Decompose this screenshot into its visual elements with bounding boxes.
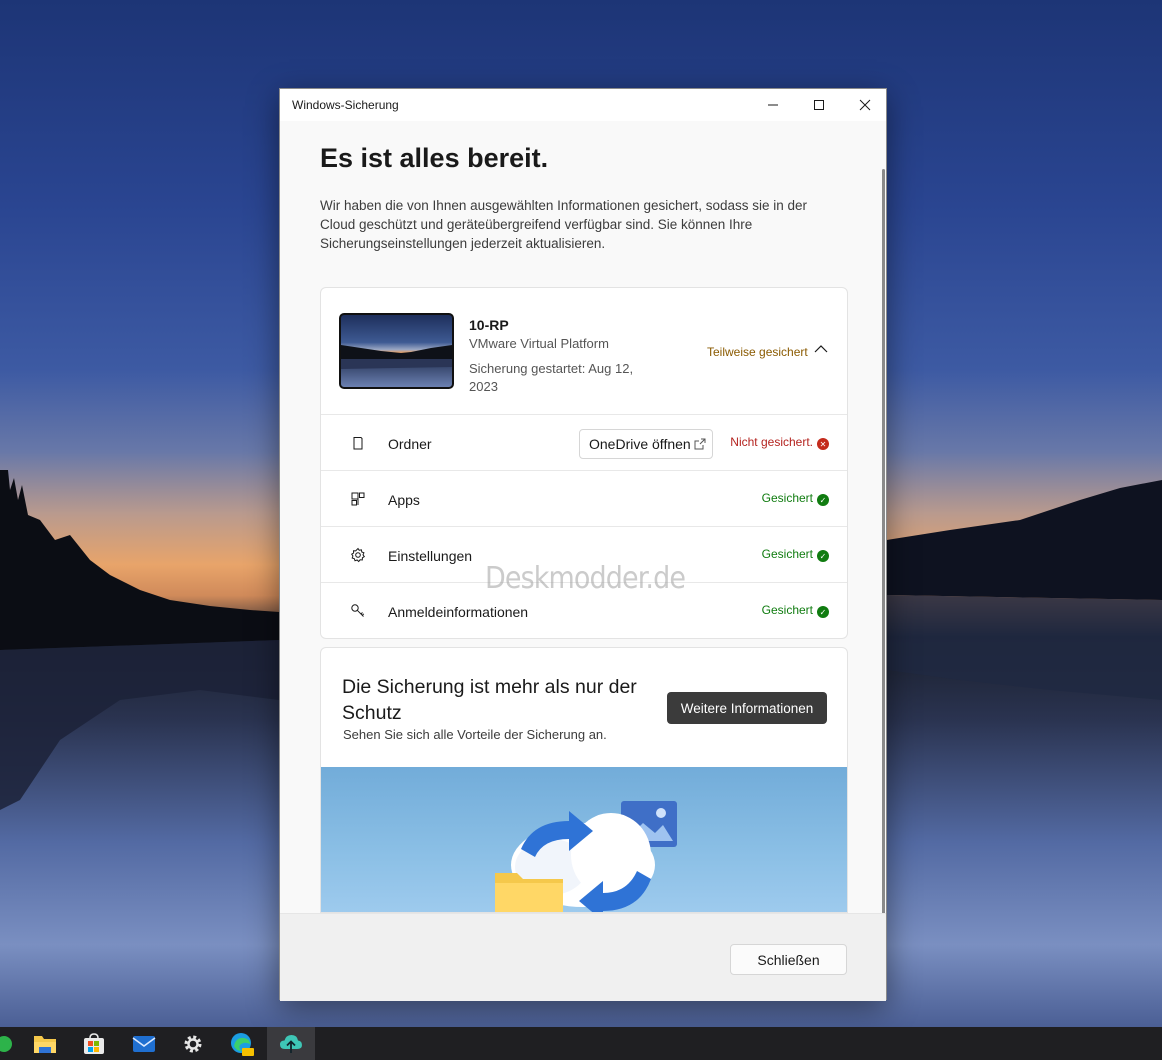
widgets-icon <box>0 1035 12 1052</box>
promo-card: Die Sicherung ist mehr als nur der Schut… <box>320 647 848 913</box>
folder-icon <box>353 437 363 450</box>
device-header[interactable]: 10-RP VMware Virtual Platform Sicherung … <box>321 288 847 415</box>
title-bar[interactable]: Windows-Sicherung <box>280 89 886 121</box>
thumbnail-landscape <box>341 345 452 369</box>
backup-row-apps: Apps Gesichert ✓ <box>321 471 847 527</box>
gear-icon <box>350 547 366 563</box>
device-type: VMware Virtual Platform <box>469 336 609 351</box>
taskbar-backup[interactable] <box>267 1027 315 1060</box>
cloud-sync-illustration <box>495 801 677 912</box>
footer-bar: Schließen <box>280 913 886 1001</box>
taskbar-file-explorer[interactable] <box>21 1027 69 1060</box>
status-text: Gesichert <box>761 547 813 561</box>
error-status-icon: ✕ <box>817 438 829 450</box>
window-title: Windows-Sicherung <box>292 98 399 112</box>
minimize-button[interactable] <box>750 89 796 121</box>
backup-started-text: Sicherung gestartet: Aug 12, 2023 <box>469 361 634 394</box>
row-label: Anmeldeinformationen <box>388 604 529 620</box>
device-status: Teilweise gesichert <box>707 345 808 359</box>
check-status-icon: ✓ <box>817 494 829 506</box>
taskbar <box>0 1027 1162 1060</box>
close-icon <box>859 99 871 111</box>
store-icon <box>84 1032 104 1054</box>
more-info-button[interactable]: Weitere Informationen <box>667 692 827 724</box>
taskbar-store[interactable] <box>70 1027 118 1060</box>
scrollbar[interactable] <box>882 169 885 913</box>
taskbar-settings[interactable] <box>169 1027 217 1060</box>
row-label: Ordner <box>388 436 432 452</box>
content-area: Es ist alles bereit. Wir haben die von I… <box>280 121 886 913</box>
close-button[interactable]: Schließen <box>730 944 847 975</box>
key-icon <box>351 604 365 617</box>
mail-icon <box>132 1035 156 1052</box>
external-link-icon <box>694 438 706 450</box>
check-status-icon: ✓ <box>817 550 829 562</box>
intro-text: Wir haben die von Ihnen ausgewählten Inf… <box>320 198 808 251</box>
maximize-button[interactable] <box>796 89 842 121</box>
promo-illustration <box>321 767 847 912</box>
backup-icon <box>280 1034 302 1053</box>
promo-subtitle: Sehen Sie sich alle Vorteile der Sicheru… <box>343 727 607 742</box>
edge-canary-icon <box>231 1032 254 1056</box>
device-name: 10-RP <box>469 317 509 333</box>
row-label: Apps <box>388 492 420 508</box>
status-text: Nicht gesichert. <box>730 435 813 449</box>
row-label: Einstellungen <box>388 548 473 564</box>
page-title: Es ist alles bereit. <box>320 143 549 173</box>
open-onedrive-label: OneDrive öffnen <box>589 436 691 452</box>
settings-icon <box>184 1035 202 1052</box>
backup-window: Windows-Sicherung Es ist alles bereit. W… <box>279 88 887 1001</box>
check-status-icon: ✓ <box>817 606 829 618</box>
taskbar-mail[interactable] <box>120 1027 168 1060</box>
minimize-icon <box>768 104 778 106</box>
maximize-icon <box>814 100 824 110</box>
open-onedrive-button[interactable]: OneDrive öffnen <box>579 429 713 459</box>
file-explorer-icon <box>34 1035 56 1053</box>
chevron-up-icon[interactable] <box>813 341 829 357</box>
backup-row-folders: Ordner OneDrive öffnen Nicht gesichert. … <box>321 415 847 471</box>
status-text: Gesichert <box>761 603 813 617</box>
close-window-button[interactable] <box>842 89 888 121</box>
taskbar-edge-canary[interactable] <box>218 1027 266 1060</box>
promo-title: Die Sicherung ist mehr als nur der Schut… <box>342 676 637 724</box>
status-text: Gesichert <box>761 491 813 505</box>
watermark: Deskmodder.de <box>485 561 686 596</box>
device-wallpaper-thumbnail <box>339 313 454 389</box>
apps-icon <box>351 492 365 506</box>
